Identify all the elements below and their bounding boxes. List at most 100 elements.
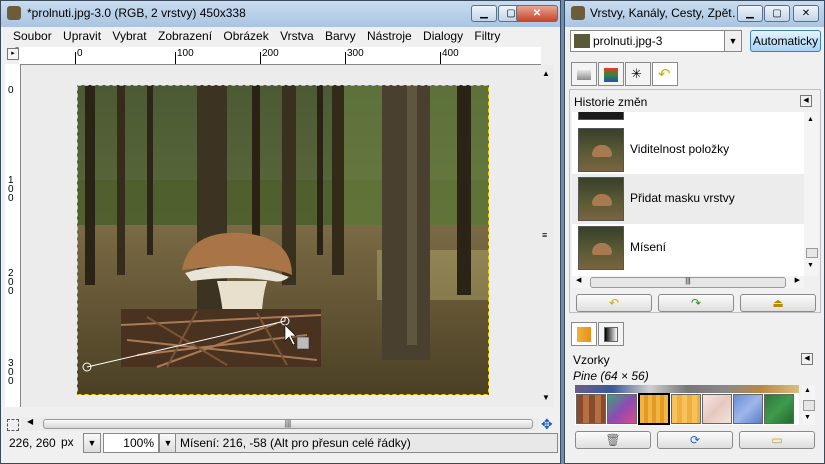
redo-icon: ↷ [690, 296, 702, 310]
scroll-thumb[interactable]: ≡ [542, 230, 547, 240]
image-window-titlebar[interactable]: *prolnuti.jpg-3.0 (RGB, 2 vrstvy) 450x33… [1, 1, 560, 27]
ruler-label: 300 [8, 358, 14, 387]
quick-mask-icon[interactable] [7, 419, 19, 431]
scroll-thumb[interactable] [803, 400, 815, 411]
zoom-field[interactable]: 100% [103, 433, 159, 453]
pattern-swatch[interactable] [671, 394, 701, 424]
image-menu-button[interactable]: ▸ [7, 48, 19, 60]
history-item[interactable]: Přidat masku vrstvy [578, 175, 796, 223]
open-folder-icon: ▭ [771, 433, 783, 447]
tab-channels[interactable] [598, 62, 624, 86]
history-item-label: Přidat masku vrstvy [630, 191, 735, 205]
history-item-partial[interactable] [578, 112, 624, 120]
open-pattern-folder-button[interactable]: ▭ [739, 431, 815, 449]
ruler-label: 200 [262, 48, 279, 59]
clear-history-button[interactable]: ⏏ [740, 294, 816, 312]
paths-icon: ✳ [631, 66, 642, 81]
horizontal-scrollbar[interactable]: ◀ ||| [21, 417, 539, 431]
pattern-swatch[interactable] [764, 394, 794, 424]
history-thumbnail [578, 128, 624, 172]
maximize-icon[interactable]: ▢ [764, 5, 790, 22]
scroll-right-icon[interactable]: ▶ [795, 276, 800, 284]
redo-button[interactable]: ↷ [658, 294, 734, 312]
menu-obrazek[interactable]: Obrázek [219, 27, 272, 43]
scroll-thumb[interactable]: ||| [43, 419, 533, 429]
menu-soubor[interactable]: Soubor [9, 27, 56, 43]
scroll-down-icon[interactable]: ▼ [542, 393, 550, 402]
pattern-swatch[interactable] [576, 394, 606, 424]
menu-vrstva[interactable]: Vrstva [276, 27, 318, 43]
vertical-scrollbar[interactable]: ▲ ≡ ▼ [539, 65, 554, 407]
ruler-label: 0 [8, 85, 14, 96]
scroll-left-icon[interactable]: ◀ [576, 276, 581, 284]
unit-dropdown-icon[interactable]: ▼ [83, 433, 101, 453]
menu-filtry[interactable]: Filtry [470, 27, 504, 43]
selected-pattern-label: Pine (64 × 56) [573, 369, 649, 383]
menu-bar: Soubor Upravit Vybrat Zobrazení Obrázek … [1, 27, 560, 59]
move-icon[interactable]: ✥ [541, 416, 553, 433]
clear-history-icon: ⏏ [772, 296, 784, 310]
auto-button[interactable]: Automaticky [750, 30, 821, 52]
horizontal-ruler[interactable]: 0 100 200 300 400 [19, 47, 541, 65]
ruler-label: 300 [347, 48, 364, 59]
panel-menu-icon[interactable]: ◀ [801, 353, 813, 365]
scroll-up-icon[interactable]: ▲ [804, 387, 811, 394]
ruler-label: 100 [177, 48, 194, 59]
tab-patterns[interactable] [571, 322, 597, 346]
ruler-label: 400 [442, 48, 459, 59]
scroll-left-icon[interactable]: ◀ [27, 417, 33, 426]
menu-upravit[interactable]: Upravit [59, 27, 105, 43]
history-item[interactable]: Viditelnost položky [578, 126, 796, 174]
delete-pattern-button[interactable]: 🗑 [575, 431, 651, 449]
tab-paths[interactable]: ✳ [625, 62, 651, 86]
minimize-icon[interactable]: ▁ [737, 5, 763, 22]
chevron-down-icon[interactable]: ▼ [724, 31, 741, 51]
close-icon[interactable]: ✕ [793, 5, 819, 22]
unit-select[interactable]: px [57, 433, 83, 453]
menu-zobrazeni[interactable]: Zobrazení [154, 27, 216, 43]
delete-icon: 🗑 [605, 433, 621, 447]
scroll-thumb[interactable] [806, 248, 818, 258]
history-item[interactable]: Mísení [578, 224, 796, 272]
close-icon[interactable]: ✕ [516, 5, 558, 22]
image-canvas[interactable] [21, 65, 539, 407]
patterns-title: Vzorky [573, 353, 610, 367]
tab-gradients[interactable] [598, 322, 624, 346]
pattern-swatch-selected[interactable] [638, 393, 670, 425]
pattern-swatch[interactable] [733, 394, 763, 424]
history-thumbnail [578, 226, 624, 270]
refresh-patterns-button[interactable]: ⟳ [657, 431, 733, 449]
vertical-ruler[interactable]: 0 100 200 300 [5, 64, 21, 407]
status-bar: 226, 260 px ▼ 100% ▼ Mísení: 216, -58 (A… [5, 433, 558, 455]
pattern-vscroll[interactable]: ▲ ▼ [801, 385, 815, 425]
history-item-label: Mísení [630, 240, 667, 254]
scroll-down-icon[interactable]: ▼ [804, 414, 811, 421]
undo-history-icon: ↶ [658, 66, 671, 83]
pattern-icon [577, 327, 591, 342]
undo-button[interactable]: ↶ [576, 294, 652, 312]
history-vscroll[interactable]: ▲ ▼ [804, 112, 818, 276]
gimp-icon [571, 6, 585, 20]
pointer-coordinates: 226, 260 [9, 436, 56, 450]
history-panel: Historie změn ◀ Viditelnost položky Přid… [569, 89, 821, 313]
ruler-label: 0 [77, 48, 83, 59]
menu-barvy[interactable]: Barvy [321, 27, 360, 43]
scroll-up-icon[interactable]: ▲ [542, 69, 550, 78]
history-item-label: Viditelnost položky [630, 142, 730, 156]
panel-menu-icon[interactable]: ◀ [800, 95, 812, 107]
menu-vybrat[interactable]: Vybrat [108, 27, 150, 43]
dock-window-titlebar[interactable]: Vrstvy, Kanály, Cesty, Zpět… ▁ ▢ ✕ [565, 1, 824, 27]
image-select[interactable]: prolnuti.jpg-3 ▼ [570, 30, 742, 52]
minimize-icon[interactable]: ▁ [471, 5, 497, 22]
tab-undo-history[interactable]: ↶ [652, 62, 678, 86]
pattern-swatch[interactable] [702, 394, 732, 424]
scroll-thumb[interactable]: ||| [590, 277, 786, 288]
tab-layers[interactable] [571, 62, 597, 86]
menu-dialogy[interactable]: Dialogy [419, 27, 467, 43]
window-title: *prolnuti.jpg-3.0 (RGB, 2 vrstvy) 450x33… [27, 6, 246, 20]
pattern-swatch[interactable] [607, 394, 637, 424]
history-hscroll[interactable]: ◀ ||| ▶ [572, 276, 804, 288]
menu-nastroje[interactable]: Nástroje [363, 27, 416, 43]
scroll-down-icon[interactable]: ▼ [807, 262, 814, 269]
scroll-up-icon[interactable]: ▲ [807, 116, 814, 123]
